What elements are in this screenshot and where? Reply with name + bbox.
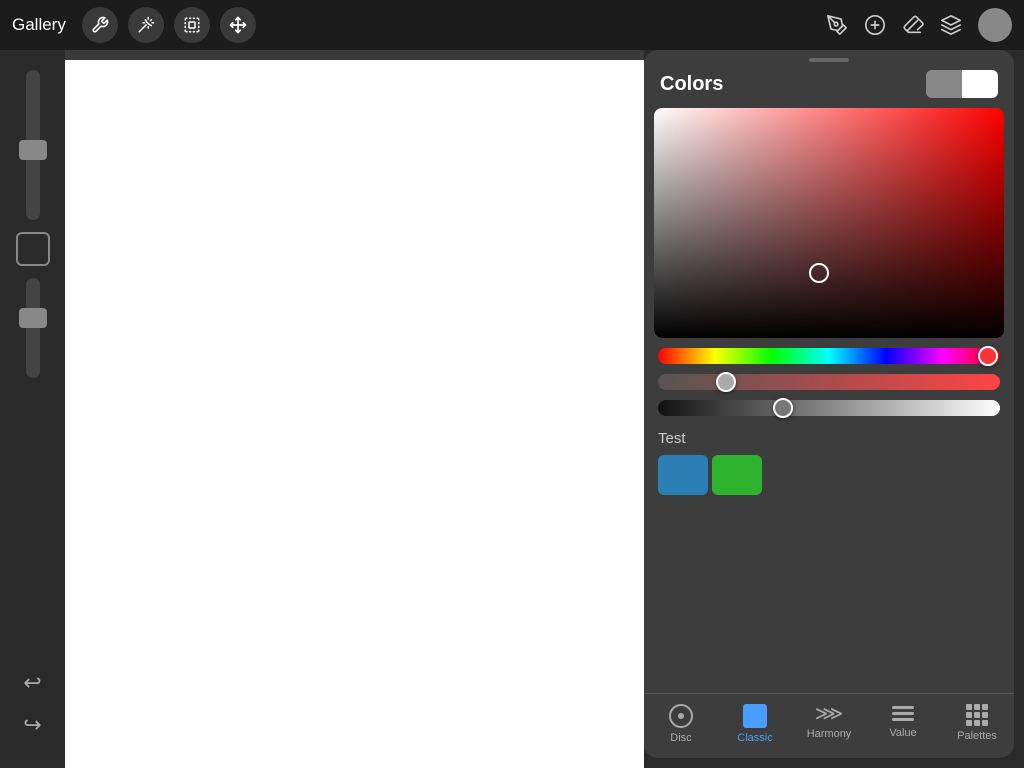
brush-size-thumb[interactable] <box>19 140 47 160</box>
palette-dot <box>974 720 980 726</box>
left-tool-icons <box>82 7 256 43</box>
hue-slider[interactable] <box>658 348 1000 364</box>
palette-dot <box>966 720 972 726</box>
palette-dot <box>982 720 988 726</box>
palette-dot <box>974 704 980 710</box>
opacity-thumb[interactable] <box>19 308 47 328</box>
bottom-tab-bar: Disc Classic ⋙ Harmony Value <box>644 693 1014 758</box>
undo-button[interactable]: ↩ <box>23 670 41 696</box>
color-gradient-picker[interactable] <box>654 108 1004 338</box>
shape-button[interactable] <box>16 232 50 266</box>
value-slider[interactable] <box>658 400 1000 416</box>
top-toolbar: Gallery <box>0 0 1024 50</box>
value-slider-thumb[interactable] <box>773 398 793 418</box>
gradient-dark-overlay <box>654 108 1004 338</box>
harmony-icon: ⋙ <box>815 704 843 724</box>
drag-handle <box>809 58 849 62</box>
palette-dot <box>982 704 988 710</box>
transform-tool-button[interactable] <box>220 7 256 43</box>
saturation-slider[interactable] <box>658 374 1000 390</box>
gallery-button[interactable]: Gallery <box>12 15 66 35</box>
value-icon <box>892 704 914 723</box>
tab-harmony-label: Harmony <box>807 728 852 740</box>
opacity-slider[interactable] <box>26 278 40 378</box>
selection-tool-button[interactable] <box>174 7 210 43</box>
left-sidebar: ↩ ↪ <box>0 50 65 768</box>
layers-button[interactable] <box>940 14 962 36</box>
sliders-area <box>644 338 1014 416</box>
current-color-swatch[interactable] <box>962 70 998 98</box>
previous-color-swatch[interactable] <box>926 70 962 98</box>
tab-disc[interactable]: Disc <box>644 704 718 744</box>
user-avatar[interactable] <box>978 8 1012 42</box>
palettes-icon <box>966 704 988 726</box>
wrench-tool-button[interactable] <box>82 7 118 43</box>
tab-palettes-label: Palettes <box>957 730 997 742</box>
saturation-slider-thumb[interactable] <box>716 372 736 392</box>
disc-icon <box>669 704 693 728</box>
magic-wand-tool-button[interactable] <box>128 7 164 43</box>
palette-section: Test <box>644 416 1014 495</box>
classic-icon <box>743 704 767 728</box>
canvas-area[interactable] <box>65 50 644 768</box>
palette-dot <box>966 712 972 718</box>
brush-select-button[interactable] <box>864 14 886 36</box>
tab-disc-label: Disc <box>670 732 691 744</box>
pen-tool-button[interactable] <box>826 14 848 36</box>
tab-classic-label: Classic <box>737 732 772 744</box>
palette-dot <box>974 712 980 718</box>
tab-harmony[interactable]: ⋙ Harmony <box>792 704 866 744</box>
hue-slider-thumb[interactable] <box>978 346 998 366</box>
value-line-3 <box>892 718 914 721</box>
colors-title: Colors <box>660 73 926 96</box>
palette-label: Test <box>658 430 1000 447</box>
palette-dot <box>982 712 988 718</box>
brush-size-slider[interactable] <box>26 70 40 220</box>
right-tool-icons <box>826 8 1012 42</box>
colors-header: Colors <box>644 66 1014 108</box>
tab-value-label: Value <box>889 727 916 739</box>
redo-button[interactable]: ↪ <box>23 712 41 738</box>
palette-dot <box>966 704 972 710</box>
swatch-blue[interactable] <box>658 455 708 495</box>
drawing-canvas[interactable] <box>65 60 644 768</box>
tab-value[interactable]: Value <box>866 704 940 744</box>
eraser-button[interactable] <box>902 14 924 36</box>
value-line-2 <box>892 712 914 715</box>
sidebar-bottom: ↩ ↪ <box>23 670 41 768</box>
colors-panel: Colors Test Disc <box>644 50 1014 758</box>
panel-handle[interactable] <box>644 50 1014 66</box>
swatch-green[interactable] <box>712 455 762 495</box>
palette-swatches <box>658 455 1000 495</box>
value-line-1 <box>892 706 914 709</box>
tab-classic[interactable]: Classic <box>718 704 792 744</box>
tab-palettes[interactable]: Palettes <box>940 704 1014 744</box>
